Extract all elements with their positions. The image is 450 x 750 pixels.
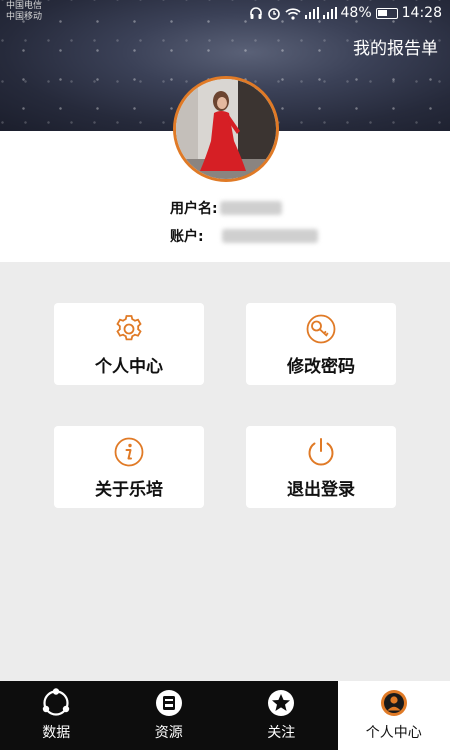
key-icon bbox=[306, 314, 336, 344]
avatar-photo bbox=[176, 79, 276, 179]
carrier-2: 中国移动 bbox=[6, 12, 43, 22]
avatar[interactable] bbox=[173, 76, 279, 182]
signal-icon-1 bbox=[304, 7, 319, 19]
card-label: 关于乐培 bbox=[95, 480, 163, 500]
card-label: 个人中心 bbox=[95, 357, 163, 377]
status-icons: 48% 14:28 bbox=[249, 5, 442, 21]
personal-center-card[interactable]: 个人中心 bbox=[54, 303, 204, 385]
resource-icon bbox=[155, 690, 182, 716]
battery-percent: 48% bbox=[340, 5, 372, 21]
headphone-icon bbox=[249, 7, 262, 19]
carrier-1: 中国电信 bbox=[6, 1, 43, 11]
account-value-redacted bbox=[221, 229, 318, 243]
profile-icon bbox=[380, 690, 407, 716]
nav-item-profile[interactable]: 个人中心 bbox=[337, 681, 450, 750]
nav-label: 资源 bbox=[154, 725, 183, 741]
change-password-card[interactable]: 修改密码 bbox=[246, 303, 396, 385]
data-icon bbox=[43, 688, 70, 716]
wifi-icon bbox=[284, 7, 301, 20]
nav-item-data[interactable]: 数据 bbox=[0, 681, 113, 750]
signal-icon-2 bbox=[322, 7, 337, 19]
card-label: 修改密码 bbox=[287, 357, 355, 377]
account-row: 账户: bbox=[170, 226, 318, 246]
logout-card[interactable]: 退出登录 bbox=[246, 426, 396, 508]
username-label: 用户名: bbox=[170, 201, 218, 217]
username-value-redacted bbox=[219, 201, 282, 215]
battery-icon bbox=[375, 7, 398, 19]
nav-item-follow[interactable]: 关注 bbox=[225, 681, 338, 750]
card-label: 退出登录 bbox=[287, 480, 355, 500]
bottom-nav: 数据 资源 关注 个人中心 bbox=[0, 681, 450, 750]
status-bar: 中国电信 中国移动 48% 14:28 bbox=[0, 0, 450, 30]
my-report-button[interactable]: 我的报告单 bbox=[353, 34, 438, 59]
nav-label: 关注 bbox=[267, 725, 296, 741]
account-label: 账户: bbox=[170, 229, 204, 245]
about-card[interactable]: 关于乐培 bbox=[54, 426, 204, 508]
carrier-info: 中国电信 中国移动 bbox=[6, 1, 42, 23]
username-row: 用户名: bbox=[170, 198, 282, 218]
info-icon bbox=[114, 437, 144, 467]
power-icon bbox=[308, 438, 334, 466]
alarm-icon bbox=[267, 8, 280, 20]
clock-time: 14:28 bbox=[401, 5, 442, 21]
gear-icon bbox=[116, 315, 142, 341]
nav-item-resources[interactable]: 资源 bbox=[113, 681, 226, 750]
star-icon bbox=[268, 690, 295, 716]
nav-label: 数据 bbox=[42, 725, 71, 741]
nav-label: 个人中心 bbox=[365, 725, 422, 741]
